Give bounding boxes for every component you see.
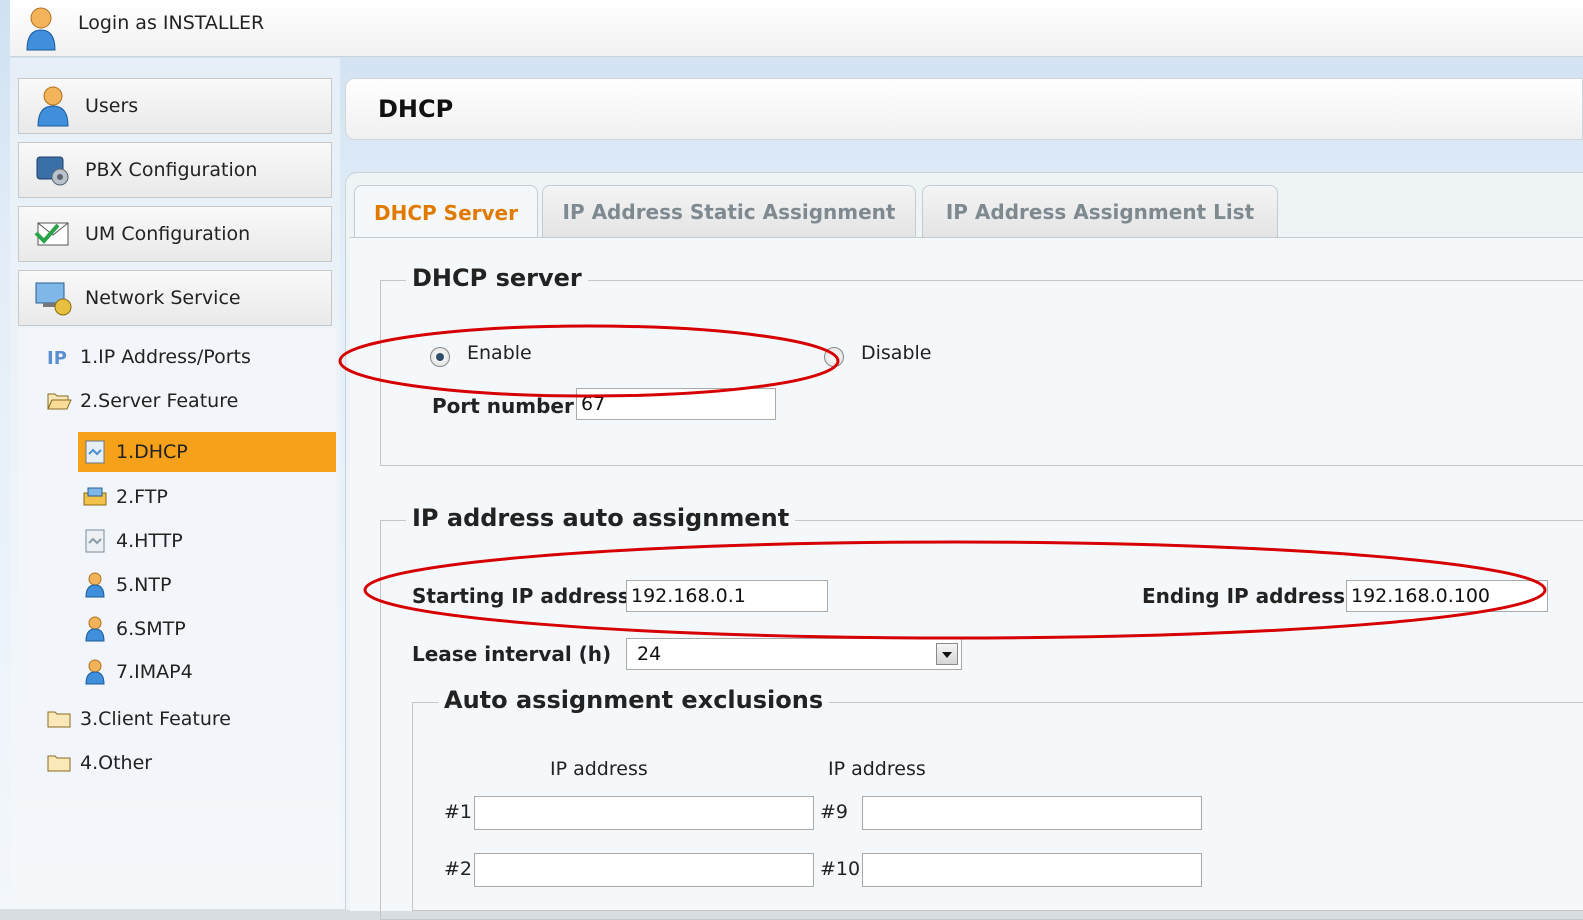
tab-label: DHCP Server — [374, 200, 518, 225]
exclusion-row-label: #10 — [820, 858, 861, 880]
menu-um-label: UM Configuration — [85, 223, 251, 245]
menu-network-label: Network Service — [85, 287, 241, 309]
tree-item-label: 7.IMAP4 — [116, 661, 193, 683]
dhcp-server-group — [380, 280, 1583, 466]
dhcp-icon — [82, 439, 108, 465]
tree-item-client-feature[interactable]: 3.Client Feature — [46, 700, 231, 738]
content-panel: DHCP Server IP Address Static Assignment… — [345, 172, 1583, 920]
tree-item-label: 1.DHCP — [116, 441, 188, 463]
menu-pbx-configuration[interactable]: PBX Configuration — [18, 142, 332, 198]
dhcp-server-legend: DHCP server — [406, 264, 588, 292]
tree-item-label: 2.FTP — [116, 486, 168, 508]
exclusion-ip-input-2[interactable] — [474, 853, 814, 887]
enable-radio[interactable] — [430, 347, 450, 367]
network-service-icon — [33, 278, 73, 318]
ntp-user-icon — [82, 572, 108, 598]
exclusion-row-label: #1 — [444, 801, 473, 823]
lease-interval-select[interactable]: 24 — [626, 638, 962, 670]
tab-body: DHCP server Enable Disable Port number I… — [350, 237, 1583, 920]
login-label: Login as INSTALLER — [78, 12, 265, 34]
tree-item-ip-address-ports[interactable]: IP 1.IP Address/Ports — [46, 338, 251, 376]
users-icon — [33, 86, 73, 127]
tree-item-label: 5.NTP — [116, 574, 172, 596]
page-header: DHCP — [345, 78, 1583, 140]
port-number-label: Port number — [432, 394, 574, 418]
tree-item-dhcp[interactable]: 1.DHCP — [78, 432, 336, 472]
http-icon — [82, 528, 108, 554]
starting-ip-label: Starting IP address — [412, 584, 630, 608]
tree-item-label: 4.HTTP — [116, 530, 183, 552]
navigation-tree: IP 1.IP Address/Ports 2.Server Feature 1… — [18, 328, 336, 798]
port-number-input[interactable] — [576, 388, 776, 420]
tree-item-ftp[interactable]: 2.FTP — [78, 478, 168, 516]
tree-item-smtp[interactable]: 6.SMTP — [78, 610, 186, 648]
menu-users[interactable]: Users — [18, 78, 332, 134]
tree-item-http[interactable]: 4.HTTP — [78, 522, 183, 560]
tree-item-label: 6.SMTP — [116, 618, 186, 640]
sidebar: Users PBX Configuration UM Configuration… — [10, 58, 340, 909]
starting-ip-input[interactable] — [626, 580, 828, 612]
svg-text:IP: IP — [47, 348, 67, 368]
tree-item-label: 1.IP Address/Ports — [80, 346, 251, 368]
folder-icon — [46, 750, 72, 776]
smtp-user-icon — [82, 616, 108, 642]
tree-item-server-feature[interactable]: 2.Server Feature — [46, 382, 238, 420]
folder-icon — [46, 706, 72, 732]
tree-item-label: 4.Other — [80, 752, 153, 774]
tab-label: IP Address Assignment List — [945, 199, 1255, 224]
tab-label: IP Address Static Assignment — [562, 199, 896, 224]
exclusion-col1-header: IP address — [550, 758, 648, 780]
exclusion-ip-input-9[interactable] — [862, 796, 1202, 830]
ip-icon: IP — [46, 344, 72, 370]
exclusions-legend: Auto assignment exclusions — [438, 686, 830, 714]
exclusion-row-label: #9 — [820, 801, 849, 823]
tree-item-other[interactable]: 4.Other — [46, 744, 152, 782]
tree-item-imap4[interactable]: 7.IMAP4 — [78, 653, 193, 691]
tree-item-ntp[interactable]: 5.NTP — [78, 566, 171, 604]
app-frame: Login as INSTALLER Users PBX Configurati… — [0, 0, 1583, 920]
pbx-config-icon — [33, 150, 73, 190]
exclusion-ip-input-1[interactable] — [474, 796, 814, 830]
menu-network-service[interactable]: Network Service — [18, 270, 332, 326]
top-bar: Login as INSTALLER — [10, 0, 1583, 57]
auto-assignment-legend: IP address auto assignment — [406, 504, 796, 532]
menu-pbx-label: PBX Configuration — [85, 159, 258, 181]
lease-interval-label: Lease interval (h) — [412, 642, 612, 666]
tab-ip-address-assignment-list[interactable]: IP Address Assignment List — [922, 185, 1278, 237]
user-icon — [24, 6, 58, 56]
um-config-icon — [33, 214, 73, 254]
ftp-icon — [82, 484, 108, 510]
ending-ip-label: Ending IP address — [1142, 584, 1346, 608]
ending-ip-input[interactable] — [1346, 580, 1548, 612]
disable-label: Disable — [861, 342, 932, 364]
enable-label: Enable — [467, 342, 532, 364]
tab-dhcp-server[interactable]: DHCP Server — [354, 185, 538, 239]
folder-open-icon — [46, 388, 72, 414]
tab-ip-address-static-assignment[interactable]: IP Address Static Assignment — [542, 185, 916, 237]
disable-radio[interactable] — [824, 347, 844, 367]
exclusion-ip-input-10[interactable] — [862, 853, 1202, 887]
imap4-user-icon — [82, 659, 108, 685]
tree-item-label: 3.Client Feature — [80, 708, 231, 730]
menu-users-label: Users — [85, 95, 139, 117]
menu-um-configuration[interactable]: UM Configuration — [18, 206, 332, 262]
exclusion-row-label: #2 — [444, 858, 473, 880]
lease-interval-value: 24 — [637, 643, 662, 665]
chevron-down-icon[interactable] — [936, 643, 958, 665]
exclusion-col2-header: IP address — [828, 758, 926, 780]
tree-item-label: 2.Server Feature — [80, 390, 239, 412]
page-title: DHCP — [378, 95, 454, 123]
